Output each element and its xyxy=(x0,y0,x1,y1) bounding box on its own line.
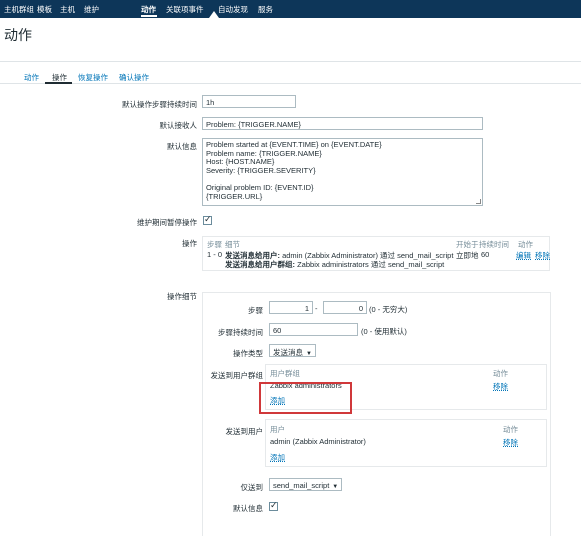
checkmark-icon: ✓ xyxy=(270,500,278,510)
row-duration: 60 xyxy=(481,250,490,259)
default-duration-label: 默认操作步骤持续时间 xyxy=(122,100,197,109)
operation-type-select[interactable]: 发送消息 ▼ xyxy=(269,344,316,357)
default-duration-input[interactable]: 1h xyxy=(202,95,296,108)
col-start-header: 开始于 xyxy=(456,240,479,249)
send-only-to-label: 仅送到 xyxy=(240,483,264,492)
nav-event-correlation[interactable]: 关联项事件 xyxy=(166,4,204,15)
dropdown-arrow-icon: ▼ xyxy=(332,484,339,490)
detail-group-label: 发送消息给用户群组: xyxy=(225,260,295,269)
send-to-groups-label: 发送到用户群组 xyxy=(210,371,264,380)
edit-operation-link[interactable]: 编辑 xyxy=(516,250,531,261)
operation-details-panel: 步骤 1 - 0 (0 - 无穷大) 步骤持续时间 60 (0 - 使用默认) … xyxy=(202,292,551,536)
tab-acknowledge-operations[interactable]: 确认操作 xyxy=(119,72,149,83)
col-action-header: 动作 xyxy=(518,240,533,249)
operation-type-value: 发送消息 xyxy=(273,348,303,357)
row-detail-line2: 发送消息给用户群组: Zabbix administrators 通过 send… xyxy=(225,259,444,270)
tab-action[interactable]: 动作 xyxy=(24,72,39,83)
users-table: 用户 动作 admin (Zabbix Administrator) 移除 添加 xyxy=(265,419,547,467)
users-header: 用户 xyxy=(270,425,285,434)
remove-operation-link[interactable]: 移除 xyxy=(535,250,550,261)
message-line: {TRIGGER.URL} xyxy=(206,191,263,201)
operations-form: 默认操作步骤持续时间 1h 默认接收人 Problem: {TRIGGER.NA… xyxy=(0,85,581,536)
step-duration-label: 步骤持续时间 xyxy=(218,328,263,337)
groups-action-header: 动作 xyxy=(493,369,508,378)
send-only-to-select[interactable]: send_mail_script ▼ xyxy=(269,478,343,491)
highlight-box xyxy=(259,382,352,414)
pause-maintenance-label: 维护期间暂停操作 xyxy=(137,218,197,227)
tab-bar: 动作 操作 恢复操作 确认操作 xyxy=(0,62,581,84)
page-header xyxy=(0,18,581,62)
nav-caret-icon xyxy=(209,11,219,18)
step-from-input[interactable]: 1 xyxy=(269,301,313,314)
default-message-toggle-label: 默认信息 xyxy=(233,504,263,513)
step-hint: (0 - 无穷大) xyxy=(369,305,408,314)
send-only-to-value: send_mail_script xyxy=(273,481,330,490)
pause-maintenance-checkbox[interactable]: ✓ xyxy=(203,214,212,225)
send-to-users-label: 发送到用户 xyxy=(225,427,264,436)
checkmark-icon: ✓ xyxy=(204,214,212,224)
nav-actions[interactable]: 动作 xyxy=(141,4,156,15)
step-to-input[interactable]: 0 xyxy=(323,301,367,314)
operation-details-label: 操作细节 xyxy=(167,292,197,301)
operations-table: 步骤 细节 开始于 持续时间 动作 1 - 0 发送消息给用户: admin (… xyxy=(202,236,550,271)
col-steps-header: 步骤 xyxy=(207,240,222,249)
active-tab-underline xyxy=(45,82,72,84)
step-duration-input[interactable]: 60 xyxy=(269,323,358,336)
nav-host-groups[interactable]: 主机群组 xyxy=(4,4,34,15)
nav-maintenance[interactable]: 维护 xyxy=(84,4,99,15)
col-duration-header: 持续时间 xyxy=(479,240,509,249)
add-user-link[interactable]: 添加 xyxy=(270,452,285,463)
default-subject-input[interactable]: Problem: {TRIGGER.NAME} xyxy=(202,117,483,130)
message-line: Severity: {TRIGGER.SEVERITY} xyxy=(206,165,316,175)
nav-templates[interactable]: 模板 xyxy=(37,4,52,15)
active-nav-underline xyxy=(141,15,157,17)
nav-discovery[interactable]: 自动发现 xyxy=(218,4,248,15)
row-steps: 1 - 0 xyxy=(207,250,223,259)
step-dash: - xyxy=(315,304,318,313)
remove-user-link[interactable]: 移除 xyxy=(503,437,518,448)
top-navigation: 主机群组 模板 主机 维护 动作 关联项事件 自动发现 服务 xyxy=(0,0,581,18)
resize-handle-icon[interactable] xyxy=(476,199,481,204)
detail-group-value: Zabbix administrators 通过 send_mail_scrip… xyxy=(297,260,445,269)
user-groups-header: 用户群组 xyxy=(270,369,300,378)
default-message-textarea[interactable]: Problem started at {EVENT.TIME} on {EVEN… xyxy=(202,138,483,206)
default-message-label: 默认信息 xyxy=(167,142,197,151)
user-row-name: admin (Zabbix Administrator) xyxy=(270,437,366,446)
col-details-header: 细节 xyxy=(225,240,240,249)
tab-recovery-operations[interactable]: 恢复操作 xyxy=(78,72,108,83)
operation-type-label: 操作类型 xyxy=(233,349,263,358)
nav-hosts[interactable]: 主机 xyxy=(60,4,75,15)
row-start-in: 立即地 xyxy=(456,251,479,260)
default-subject-label: 默认接收人 xyxy=(159,121,198,130)
step-duration-hint: (0 - 使用默认) xyxy=(361,327,407,336)
nav-services[interactable]: 服务 xyxy=(258,4,273,15)
remove-group-link[interactable]: 移除 xyxy=(493,381,508,392)
page-title: 动作 xyxy=(4,27,32,43)
dropdown-arrow-icon: ▼ xyxy=(306,351,312,357)
operations-label: 操作 xyxy=(182,239,197,248)
default-message-checkbox[interactable]: ✓ xyxy=(269,500,278,511)
step-label: 步骤 xyxy=(248,306,263,315)
users-action-header: 动作 xyxy=(503,425,518,434)
